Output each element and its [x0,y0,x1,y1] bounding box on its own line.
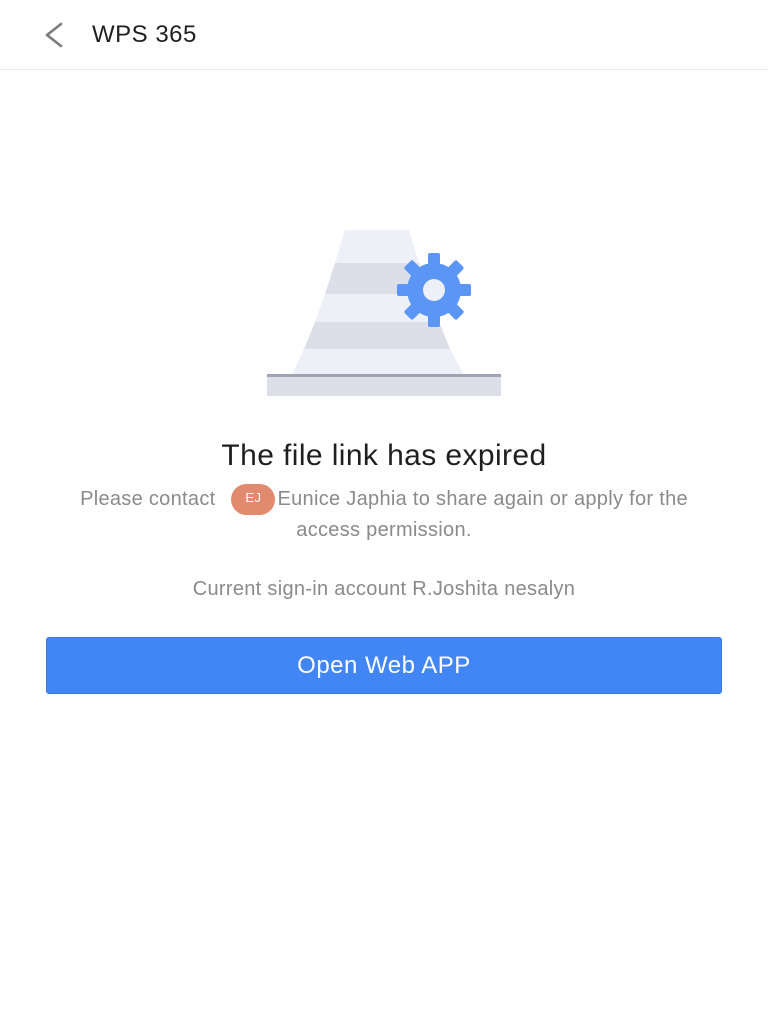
current-account-label: Current sign-in account R.Joshita nesaly… [192,578,576,600]
top-bar: WPS 365 [0,0,768,70]
contact-name: Eunice Japhia [277,488,408,510]
gear-icon [397,253,471,327]
avatar: EJ [231,484,276,515]
expired-link-page: WPS 365 The file link has expired Please… [0,0,768,1024]
error-title: The file link has expired [221,439,547,472]
expired-link-illustration [262,226,506,400]
open-web-app-button[interactable]: Open Web APP [46,637,722,694]
back-button[interactable] [30,15,74,55]
chevron-left-icon [45,22,63,48]
error-description: Please contact EJ Eunice Japhia to share a… [60,484,708,546]
app-title: WPS 365 [92,21,197,48]
contact-prefix: Please contact [80,488,216,510]
